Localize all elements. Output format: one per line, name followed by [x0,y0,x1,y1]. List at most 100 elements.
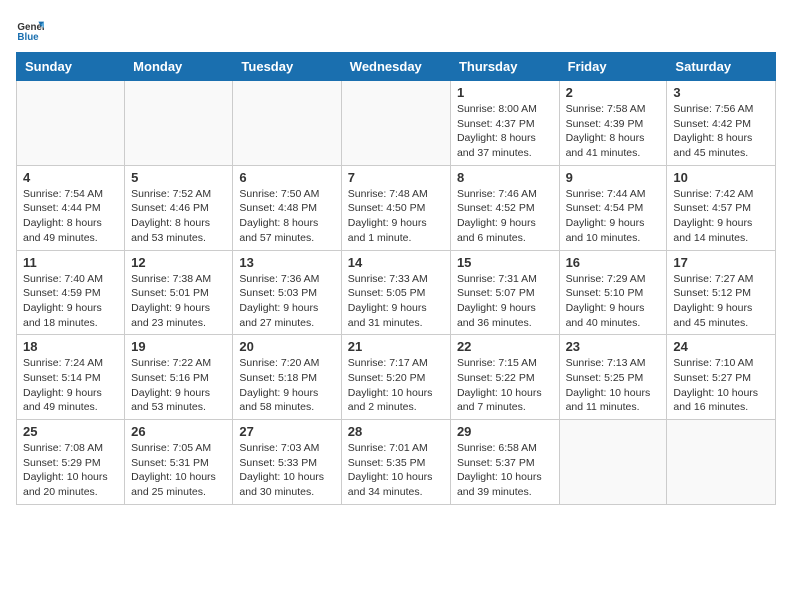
day-number: 22 [457,339,553,354]
calendar-week-2: 11 Sunrise: 7:40 AM Sunset: 4:59 PM Dayli… [17,250,776,335]
calendar-cell: 23 Sunrise: 7:13 AM Sunset: 5:25 PM Dayli… [559,335,667,420]
day-info: Sunrise: 7:33 AM Sunset: 5:05 PM Dayligh… [348,272,444,331]
day-number: 25 [23,424,118,439]
day-info: Sunrise: 7:22 AM Sunset: 5:16 PM Dayligh… [131,356,226,415]
day-info: Sunrise: 7:42 AM Sunset: 4:57 PM Dayligh… [673,187,769,246]
day-number: 17 [673,255,769,270]
day-number: 18 [23,339,118,354]
day-number: 12 [131,255,226,270]
calendar-cell [341,81,450,166]
calendar-cell: 11 Sunrise: 7:40 AM Sunset: 4:59 PM Dayli… [17,250,125,335]
day-number: 1 [457,85,553,100]
day-info: Sunrise: 7:01 AM Sunset: 5:35 PM Dayligh… [348,441,444,500]
calendar-cell: 5 Sunrise: 7:52 AM Sunset: 4:46 PM Daylig… [125,165,233,250]
calendar-week-4: 25Sunrise: 7:08 AM Sunset: 5:29 PM Dayli… [17,420,776,505]
day-info: Sunrise: 6:58 AM Sunset: 5:37 PM Dayligh… [457,441,553,500]
day-number: 10 [673,170,769,185]
calendar-cell: 1 Sunrise: 8:00 AM Sunset: 4:37 PM Daylig… [450,81,559,166]
day-number: 23 [566,339,661,354]
calendar-cell: 29Sunrise: 6:58 AM Sunset: 5:37 PM Dayli… [450,420,559,505]
calendar-cell: 15 Sunrise: 7:31 AM Sunset: 5:07 PM Dayli… [450,250,559,335]
calendar-cell: 20 Sunrise: 7:20 AM Sunset: 5:18 PM Dayli… [233,335,341,420]
day-info: Sunrise: 7:46 AM Sunset: 4:52 PM Dayligh… [457,187,553,246]
weekday-header-saturday: Saturday [667,53,776,81]
day-info: Sunrise: 7:15 AM Sunset: 5:22 PM Dayligh… [457,356,553,415]
logo-icon: General Blue [16,16,44,44]
calendar-cell: 14 Sunrise: 7:33 AM Sunset: 5:05 PM Dayli… [341,250,450,335]
day-number: 8 [457,170,553,185]
weekday-header-monday: Monday [125,53,233,81]
day-info: Sunrise: 7:27 AM Sunset: 5:12 PM Dayligh… [673,272,769,331]
day-info: Sunrise: 7:56 AM Sunset: 4:42 PM Dayligh… [673,102,769,161]
calendar-cell: 22 Sunrise: 7:15 AM Sunset: 5:22 PM Dayli… [450,335,559,420]
calendar-cell: 21 Sunrise: 7:17 AM Sunset: 5:20 PM Dayli… [341,335,450,420]
calendar-cell: 18Sunrise: 7:24 AM Sunset: 5:14 PM Dayli… [17,335,125,420]
calendar-cell [125,81,233,166]
calendar-week-1: 4 Sunrise: 7:54 AM Sunset: 4:44 PM Daylig… [17,165,776,250]
day-number: 6 [239,170,334,185]
day-number: 7 [348,170,444,185]
calendar-cell: 19 Sunrise: 7:22 AM Sunset: 5:16 PM Dayli… [125,335,233,420]
calendar-cell: 16 Sunrise: 7:29 AM Sunset: 5:10 PM Dayli… [559,250,667,335]
calendar-cell: 25Sunrise: 7:08 AM Sunset: 5:29 PM Dayli… [17,420,125,505]
calendar-cell: 12 Sunrise: 7:38 AM Sunset: 5:01 PM Dayli… [125,250,233,335]
calendar-cell: 8 Sunrise: 7:46 AM Sunset: 4:52 PM Daylig… [450,165,559,250]
day-info: Sunrise: 7:48 AM Sunset: 4:50 PM Dayligh… [348,187,444,246]
day-number: 14 [348,255,444,270]
calendar-header-row: SundayMondayTuesdayWednesdayThursdayFrid… [17,53,776,81]
calendar-cell: 24 Sunrise: 7:10 AM Sunset: 5:27 PM Dayli… [667,335,776,420]
calendar-cell [17,81,125,166]
day-number: 13 [239,255,334,270]
day-number: 5 [131,170,226,185]
day-number: 15 [457,255,553,270]
calendar-cell: 3 Sunrise: 7:56 AM Sunset: 4:42 PM Daylig… [667,81,776,166]
day-info: Sunrise: 7:52 AM Sunset: 4:46 PM Dayligh… [131,187,226,246]
day-info: Sunrise: 7:17 AM Sunset: 5:20 PM Dayligh… [348,356,444,415]
day-number: 27 [239,424,334,439]
day-number: 3 [673,85,769,100]
calendar-cell: 6 Sunrise: 7:50 AM Sunset: 4:48 PM Daylig… [233,165,341,250]
day-number: 28 [348,424,444,439]
day-info: Sunrise: 7:54 AM Sunset: 4:44 PM Dayligh… [23,187,118,246]
weekday-header-wednesday: Wednesday [341,53,450,81]
weekday-header-friday: Friday [559,53,667,81]
calendar-cell: 10 Sunrise: 7:42 AM Sunset: 4:57 PM Dayli… [667,165,776,250]
day-number: 24 [673,339,769,354]
day-info: Sunrise: 8:00 AM Sunset: 4:37 PM Dayligh… [457,102,553,161]
day-info: Sunrise: 7:36 AM Sunset: 5:03 PM Dayligh… [239,272,334,331]
day-number: 19 [131,339,226,354]
weekday-header-tuesday: Tuesday [233,53,341,81]
page-header: General Blue [16,16,776,44]
day-info: Sunrise: 7:31 AM Sunset: 5:07 PM Dayligh… [457,272,553,331]
calendar-cell: 26Sunrise: 7:05 AM Sunset: 5:31 PM Dayli… [125,420,233,505]
day-number: 11 [23,255,118,270]
day-info: Sunrise: 7:29 AM Sunset: 5:10 PM Dayligh… [566,272,661,331]
day-number: 20 [239,339,334,354]
day-number: 4 [23,170,118,185]
day-info: Sunrise: 7:40 AM Sunset: 4:59 PM Dayligh… [23,272,118,331]
weekday-header-sunday: Sunday [17,53,125,81]
logo: General Blue [16,16,48,44]
day-number: 2 [566,85,661,100]
calendar-cell: 13 Sunrise: 7:36 AM Sunset: 5:03 PM Dayli… [233,250,341,335]
day-info: Sunrise: 7:13 AM Sunset: 5:25 PM Dayligh… [566,356,661,415]
calendar-cell [559,420,667,505]
calendar-cell: 7 Sunrise: 7:48 AM Sunset: 4:50 PM Daylig… [341,165,450,250]
calendar-table: SundayMondayTuesdayWednesdayThursdayFrid… [16,52,776,505]
svg-text:Blue: Blue [17,32,39,43]
day-number: 21 [348,339,444,354]
calendar-cell: 2Sunrise: 7:58 AM Sunset: 4:39 PM Daylig… [559,81,667,166]
weekday-header-thursday: Thursday [450,53,559,81]
day-info: Sunrise: 7:20 AM Sunset: 5:18 PM Dayligh… [239,356,334,415]
day-info: Sunrise: 7:50 AM Sunset: 4:48 PM Dayligh… [239,187,334,246]
day-info: Sunrise: 7:38 AM Sunset: 5:01 PM Dayligh… [131,272,226,331]
day-info: Sunrise: 7:05 AM Sunset: 5:31 PM Dayligh… [131,441,226,500]
calendar-cell: 17 Sunrise: 7:27 AM Sunset: 5:12 PM Dayli… [667,250,776,335]
calendar-week-3: 18Sunrise: 7:24 AM Sunset: 5:14 PM Dayli… [17,335,776,420]
calendar-cell [667,420,776,505]
day-info: Sunrise: 7:10 AM Sunset: 5:27 PM Dayligh… [673,356,769,415]
day-number: 16 [566,255,661,270]
calendar-cell: 9Sunrise: 7:44 AM Sunset: 4:54 PM Daylig… [559,165,667,250]
calendar-cell: 27Sunrise: 7:03 AM Sunset: 5:33 PM Dayli… [233,420,341,505]
day-number: 9 [566,170,661,185]
